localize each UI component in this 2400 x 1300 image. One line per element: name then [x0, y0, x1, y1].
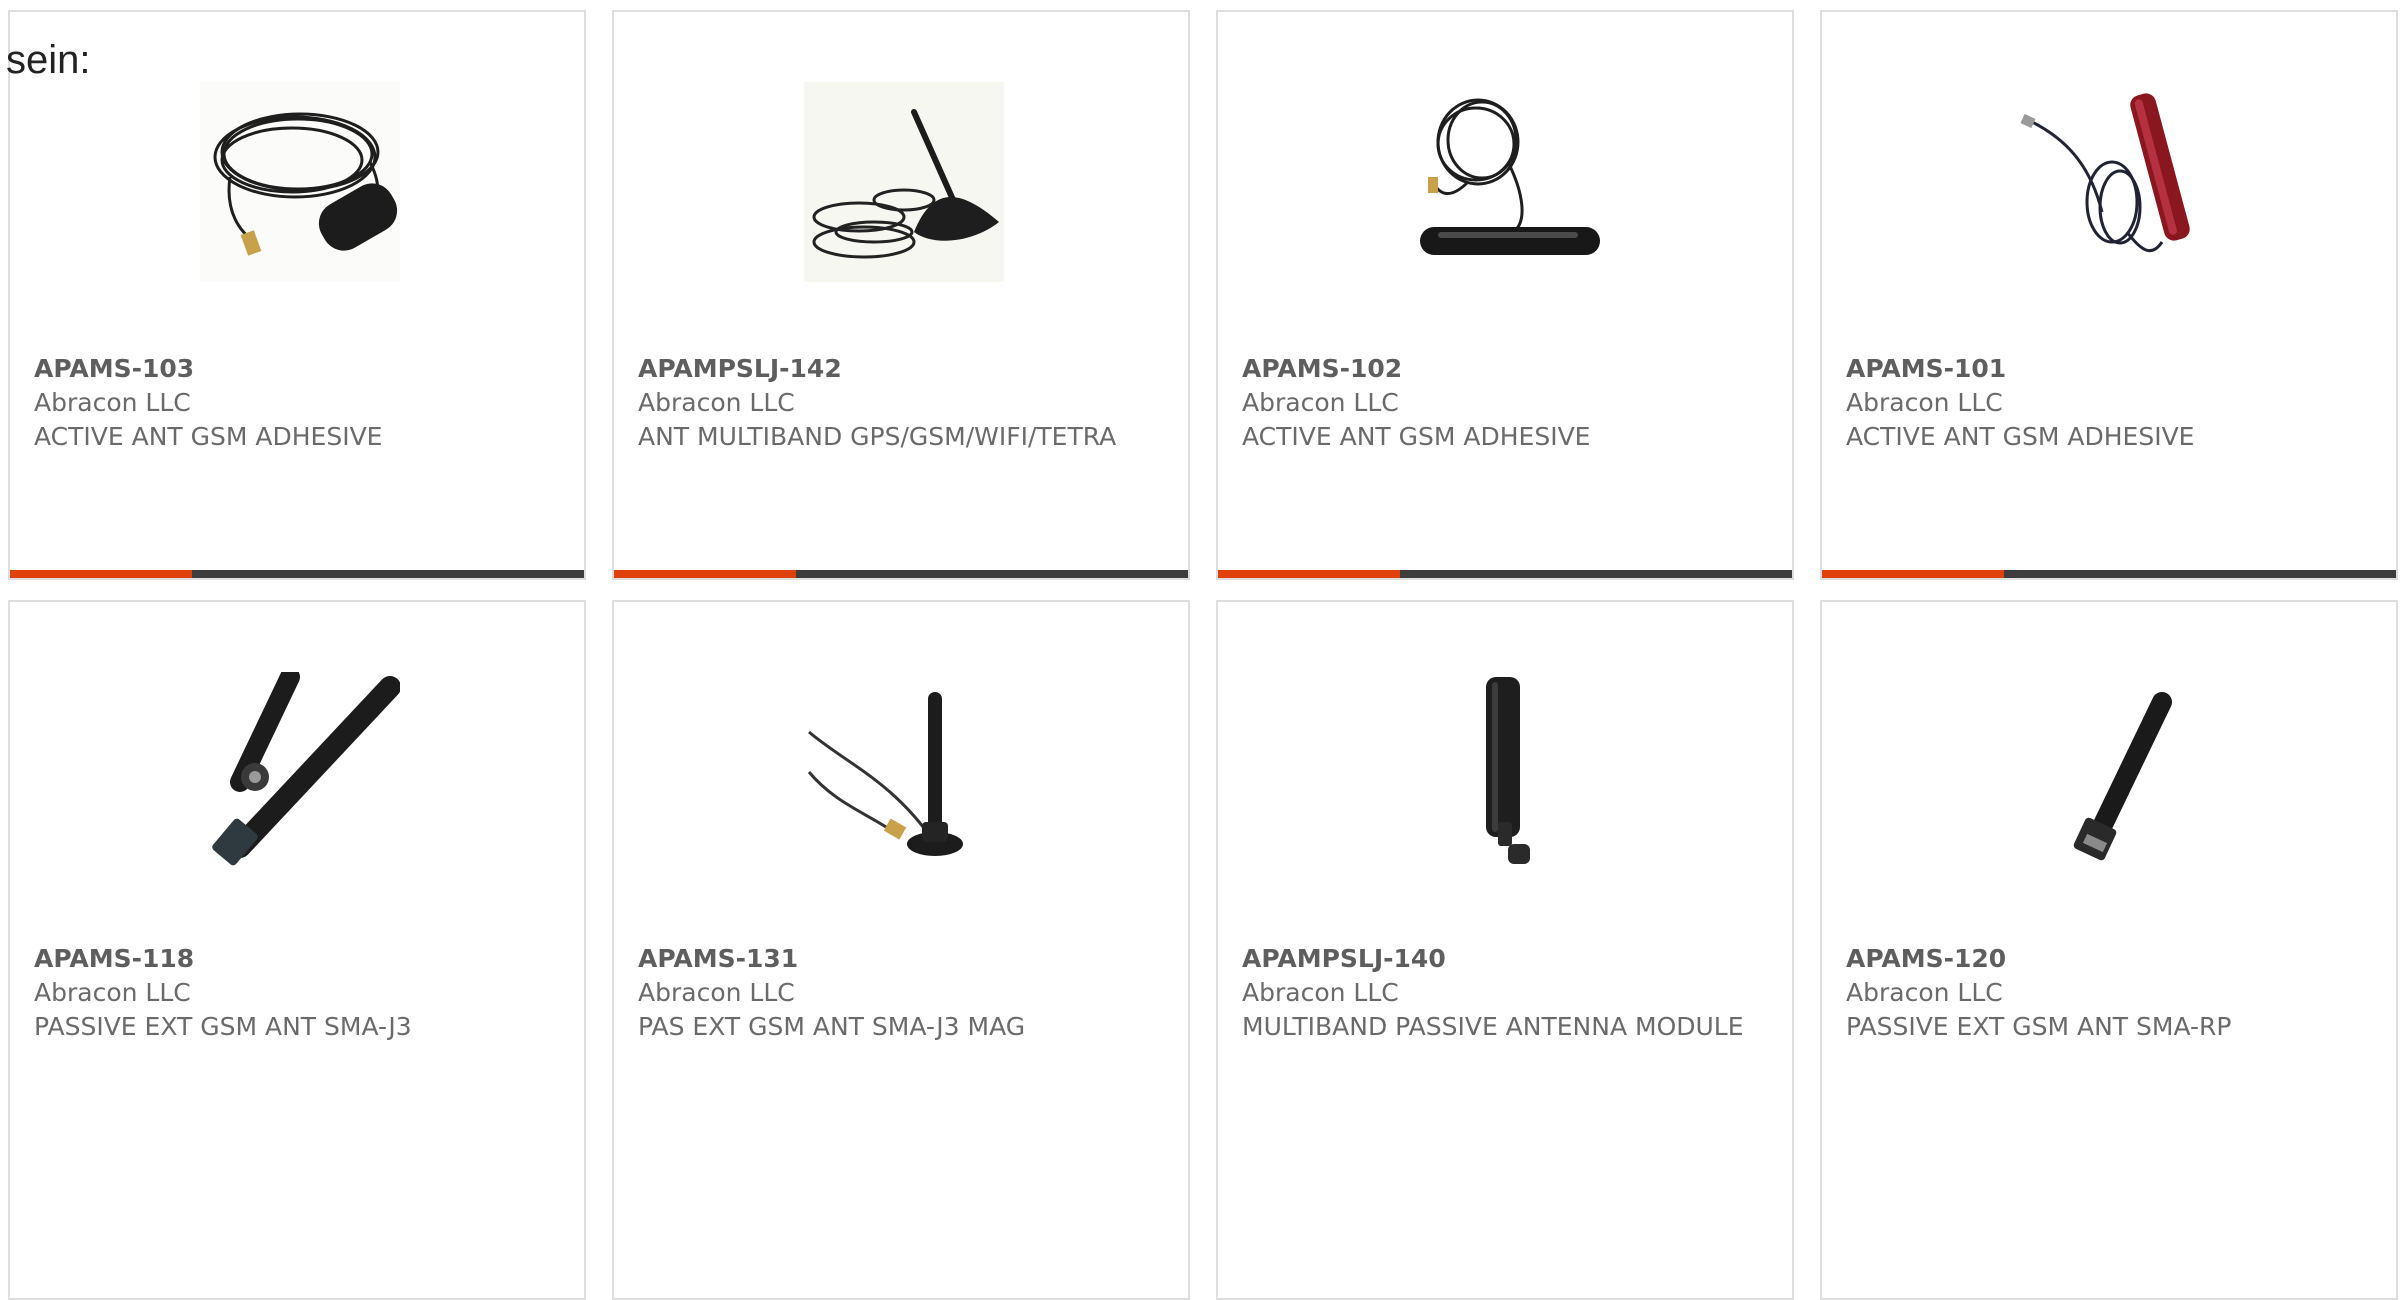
product-description: ACTIVE ANT GSM ADHESIVE: [1846, 422, 2195, 451]
product-card[interactable]: APAMS-103 Abracon LLC ACTIVE ANT GSM ADH…: [8, 10, 586, 580]
flat-bar-antenna-icon: [1408, 82, 1608, 282]
manufacturer-label: Abracon LLC: [34, 388, 191, 417]
part-number-link[interactable]: APAMS-103: [34, 352, 560, 386]
part-number-link[interactable]: APAMS-118: [34, 942, 560, 976]
card-bottom-bar: [1218, 570, 1792, 578]
product-card[interactable]: APAMS-101 Abracon LLC ACTIVE ANT GSM ADH…: [1820, 10, 2398, 580]
product-description: ANT MULTIBAND GPS/GSM/WIFI/TETRA: [638, 422, 1117, 451]
card-bottom-bar: [10, 570, 584, 578]
product-card[interactable]: APAMPSLJ-142 Abracon LLC ANT MULTIBAND G…: [612, 10, 1190, 580]
product-card[interactable]: APAMS-131 Abracon LLC PAS EXT GSM ANT SM…: [612, 600, 1190, 1300]
product-image[interactable]: [2012, 82, 2212, 282]
product-description: ACTIVE ANT GSM ADHESIVE: [34, 422, 383, 451]
part-number-link[interactable]: APAMS-102: [1242, 352, 1768, 386]
part-number-link[interactable]: APAMPSLJ-140: [1242, 942, 1768, 976]
card-bottom-bar: [1822, 570, 2396, 578]
part-number-link[interactable]: APAMPSLJ-142: [638, 352, 1164, 386]
product-description: PASSIVE EXT GSM ANT SMA-J3: [34, 1012, 412, 1041]
manufacturer-label: Abracon LLC: [1846, 978, 2003, 1007]
adhesive-antenna-icon: [200, 82, 400, 282]
product-card[interactable]: APAMS-102 Abracon LLC ACTIVE ANT GSM ADH…: [1216, 10, 1794, 580]
product-image[interactable]: [804, 672, 1004, 872]
product-image[interactable]: [200, 672, 400, 872]
product-image[interactable]: [804, 82, 1004, 282]
product-card[interactable]: APAMPSLJ-140 Abracon LLC MULTIBAND PASSI…: [1216, 600, 1794, 1300]
product-description: PAS EXT GSM ANT SMA-J3 MAG: [638, 1012, 1026, 1041]
manufacturer-label: Abracon LLC: [1242, 388, 1399, 417]
product-grid: APAMS-103 Abracon LLC ACTIVE ANT GSM ADH…: [8, 10, 2400, 1300]
part-number-link[interactable]: APAMS-131: [638, 942, 1164, 976]
manufacturer-label: Abracon LLC: [638, 388, 795, 417]
intro-text: sein:: [6, 38, 91, 82]
manufacturer-label: Abracon LLC: [638, 978, 795, 1007]
product-description: ACTIVE ANT GSM ADHESIVE: [1242, 422, 1591, 451]
card-bottom-bar: [614, 570, 1188, 578]
product-image[interactable]: [2012, 672, 2212, 872]
shark-fin-antenna-icon: [804, 82, 1004, 282]
product-image[interactable]: [200, 82, 400, 282]
part-number-link[interactable]: APAMS-120: [1846, 942, 2372, 976]
product-description: MULTIBAND PASSIVE ANTENNA MODULE: [1242, 1012, 1744, 1041]
product-image[interactable]: [1408, 672, 1608, 872]
manufacturer-label: Abracon LLC: [34, 978, 191, 1007]
product-image[interactable]: [1408, 82, 1608, 282]
product-description: PASSIVE EXT GSM ANT SMA-RP: [1846, 1012, 2232, 1041]
paddle-antenna-icon: [1408, 672, 1608, 872]
straight-rubber-duck-antenna-icon: [2012, 672, 2212, 872]
manufacturer-label: Abracon LLC: [1242, 978, 1399, 1007]
part-number-link[interactable]: APAMS-101: [1846, 352, 2372, 386]
magnetic-whip-antenna-icon: [804, 672, 1004, 872]
product-card[interactable]: APAMS-120 Abracon LLC PASSIVE EXT GSM AN…: [1820, 600, 2398, 1300]
hinged-rubber-duck-antenna-icon: [200, 672, 400, 872]
red-stick-antenna-icon: [2012, 82, 2212, 282]
manufacturer-label: Abracon LLC: [1846, 388, 2003, 417]
product-card[interactable]: APAMS-118 Abracon LLC PASSIVE EXT GSM AN…: [8, 600, 586, 1300]
